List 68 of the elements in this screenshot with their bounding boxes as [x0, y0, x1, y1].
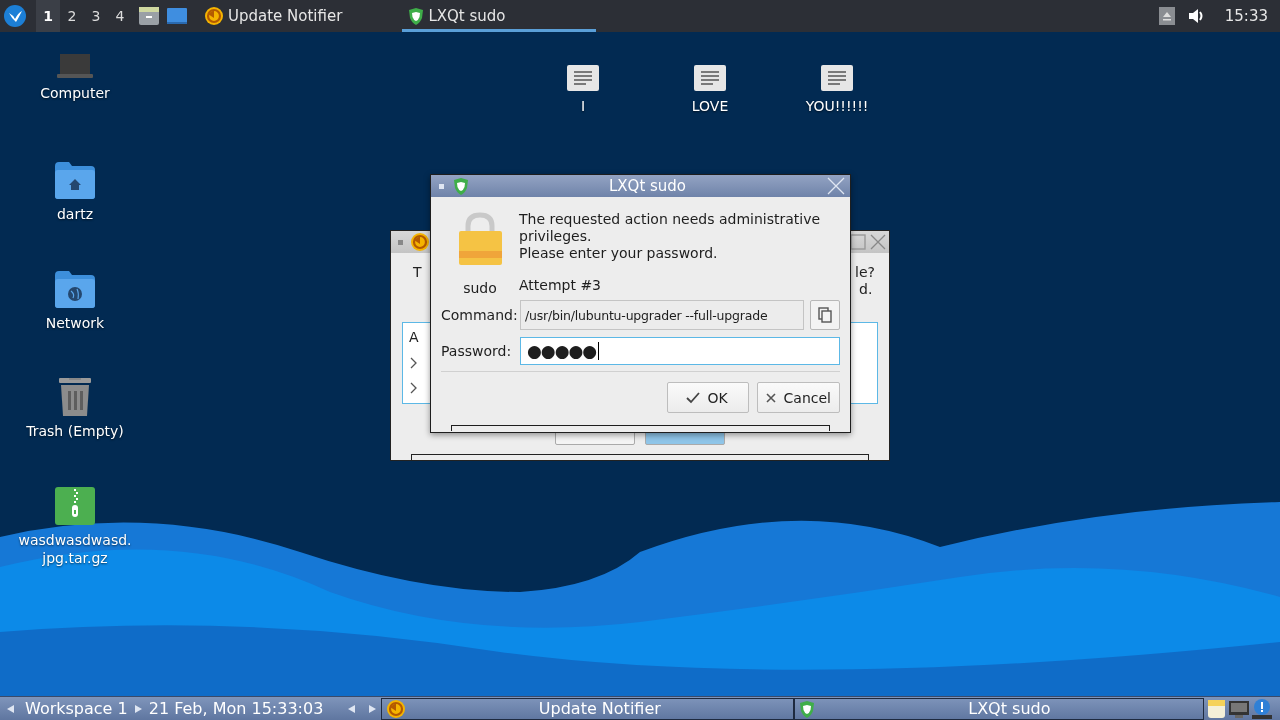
desktop-icon[interactable] — [166, 5, 188, 27]
right-arrow-icon[interactable] — [368, 703, 378, 714]
icon-label[interactable]: LOVE — [652, 97, 768, 115]
workspace-button[interactable]: 3 — [84, 0, 108, 32]
window-menu-icon[interactable] — [438, 182, 445, 190]
taskbar-button[interactable]: Update Notifier — [198, 0, 349, 32]
field-label: Command: — [441, 307, 514, 323]
workspace-button[interactable]: 4 — [108, 0, 132, 32]
left-arrow-icon[interactable] — [347, 703, 357, 714]
globe-folder-icon[interactable] — [55, 271, 95, 308]
monitor-icon[interactable] — [1228, 698, 1251, 719]
window-text: d. — [859, 281, 873, 297]
icon-label[interactable]: Computer — [17, 84, 133, 102]
password-field[interactable]: ●●●●● — [520, 337, 840, 365]
text-file-icon[interactable] — [821, 65, 853, 91]
shield-icon — [799, 699, 816, 718]
field-label: Password: — [441, 343, 513, 359]
window-title: LXQt sudo — [607, 177, 688, 195]
date-time[interactable]: 21 Feb, Mon 15:33:03 — [148, 699, 324, 718]
icon-label[interactable]: dartz — [17, 205, 133, 223]
trash-icon[interactable] — [57, 378, 93, 416]
prompt-message: The requested action needs administrative privileges. Please enter your password. — [519, 211, 822, 263]
icon-label[interactable]: Trash (Empty) — [17, 422, 133, 440]
home-folder-icon[interactable] — [55, 162, 95, 199]
attempt-label: Attempt #3 — [519, 277, 603, 295]
ok-button[interactable]: OK — [666, 382, 749, 413]
chevron-icon[interactable] — [409, 382, 418, 394]
left-arrow-icon[interactable] — [6, 703, 15, 714]
clock[interactable]: 15:33 — [1224, 7, 1268, 25]
icon-label: sudo — [463, 280, 497, 296]
icon-label[interactable]: Network — [17, 314, 133, 332]
taskbar-button[interactable]: LXQt sudo — [794, 697, 1205, 720]
copy-icon — [818, 307, 832, 323]
window-text: le? — [855, 264, 875, 280]
icon-label[interactable]: I — [525, 97, 641, 115]
menu-icon[interactable] — [4, 5, 26, 27]
sync-icon — [204, 6, 224, 26]
file-cabinet-icon[interactable] — [138, 5, 160, 27]
text-file-icon[interactable] — [694, 65, 726, 91]
volume-icon[interactable] — [1186, 6, 1205, 26]
sync-icon — [386, 698, 407, 719]
padlock-icon — [458, 211, 502, 266]
maximize-icon[interactable] — [849, 233, 867, 251]
window-menu-icon[interactable] — [397, 238, 404, 246]
shield-icon — [408, 7, 425, 25]
icon-label[interactable]: YOU!!!!!! — [779, 97, 895, 115]
workspace-button[interactable]: 1 — [36, 0, 60, 32]
notes-icon[interactable] — [1207, 697, 1227, 720]
window-text: A — [409, 329, 419, 345]
info-icon[interactable] — [1252, 698, 1273, 719]
sync-icon — [410, 232, 430, 252]
taskbar-button[interactable]: LXQt sudo — [402, 0, 597, 32]
icon-label[interactable]: wasdwasdwasd.jpg.tar.gz — [17, 531, 133, 567]
text-file-icon[interactable] — [567, 65, 599, 91]
cancel-button[interactable]: Cancel — [756, 382, 840, 413]
checkmark-icon — [685, 391, 700, 404]
window-text: T — [413, 264, 422, 280]
copy-button[interactable] — [810, 300, 840, 330]
eject-icon[interactable] — [1158, 7, 1175, 25]
right-arrow-icon[interactable] — [133, 703, 143, 714]
workspace-label[interactable]: Workspace 1 — [25, 699, 128, 718]
close-icon — [765, 392, 776, 403]
taskbar-button[interactable]: Update Notifier — [381, 697, 795, 720]
shield-icon — [453, 177, 469, 195]
chevron-icon[interactable] — [409, 357, 418, 369]
command-field[interactable]: /usr/bin/lubuntu-upgrader --full-upgrade — [520, 300, 804, 330]
zip-file-icon[interactable] — [55, 487, 95, 525]
workspace-button[interactable]: 2 — [60, 0, 84, 32]
